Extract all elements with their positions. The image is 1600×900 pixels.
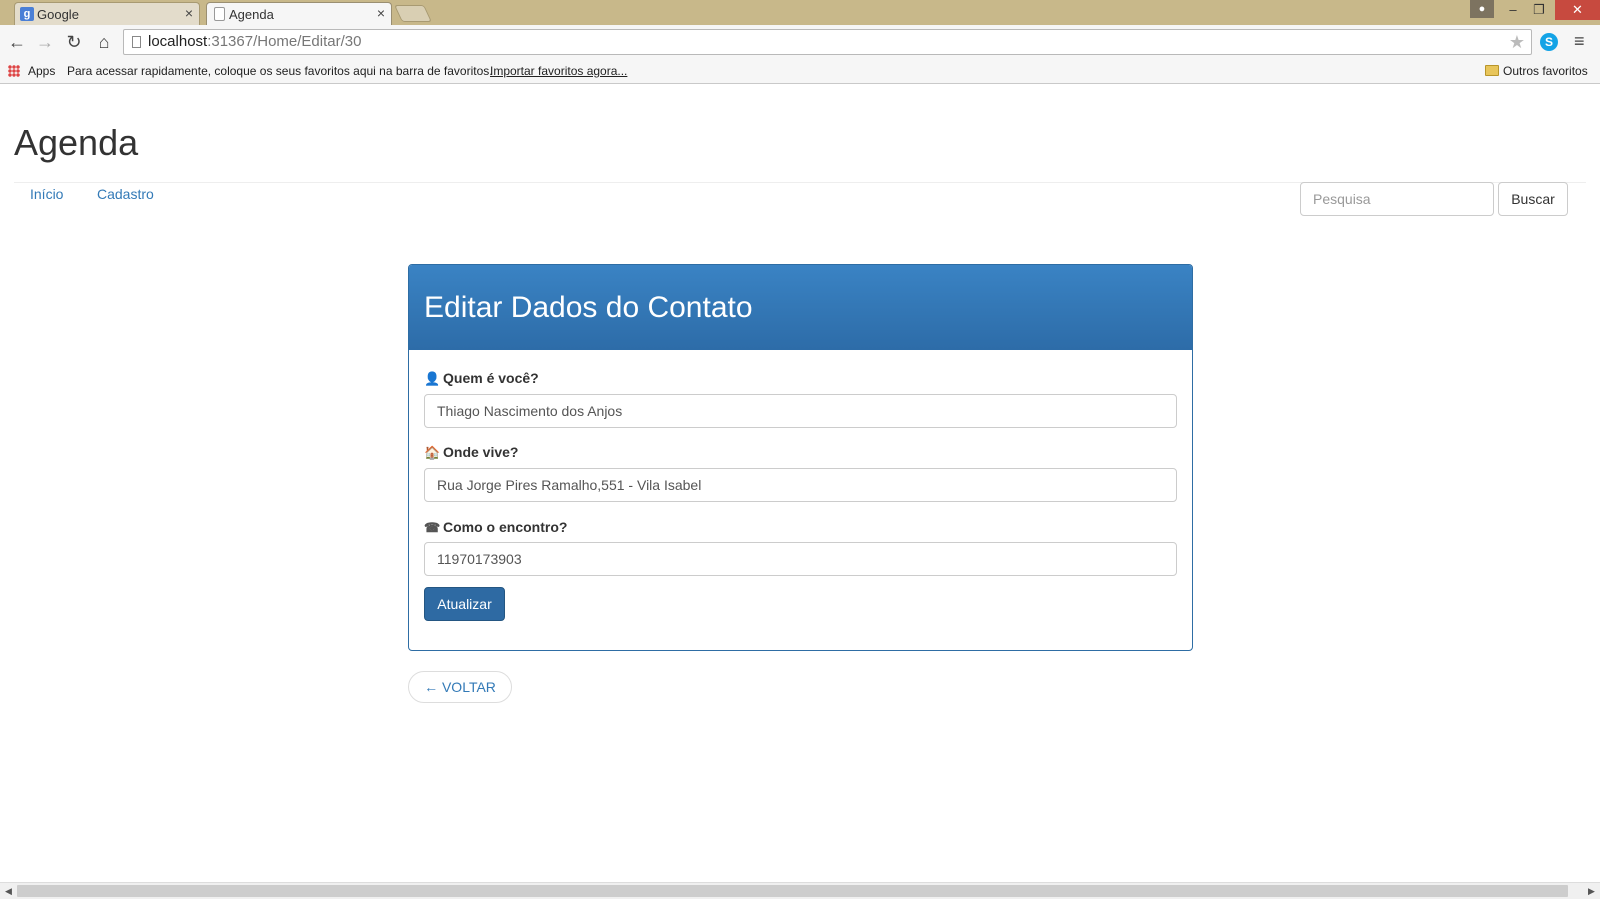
reload-icon[interactable]: ↻ <box>63 31 85 53</box>
browser-toolbar: ← → ↻ ⌂ localhost:31367/Home/Editar/30 ★… <box>0 25 1600 59</box>
page-icon <box>132 36 141 48</box>
address-field[interactable] <box>424 468 1177 502</box>
nav-link-inicio[interactable]: Início <box>30 186 63 202</box>
apps-link[interactable]: Apps <box>28 64 55 78</box>
close-tab-icon[interactable]: × <box>377 5 385 21</box>
scrollbar-thumb[interactable] <box>17 885 1568 897</box>
address-field-label: 🏠 Onde vive? <box>424 444 518 461</box>
edit-contact-panel: Editar Dados do Contato 👤Quem é você? 🏠O… <box>408 264 1193 651</box>
user-icon: 👤 <box>424 371 441 386</box>
address-bar[interactable]: localhost:31367/Home/Editar/30 ★ <box>123 29 1532 55</box>
other-bookmarks-folder[interactable]: Outros favoritos <box>1503 64 1588 78</box>
new-tab-button[interactable] <box>394 5 432 22</box>
panel-title: Editar Dados do Contato <box>409 265 1192 350</box>
scroll-right-icon[interactable]: ▶ <box>1583 883 1600 900</box>
name-label-text: Quem é você? <box>443 370 539 386</box>
minimize-button[interactable]: – <box>1500 0 1526 20</box>
close-window-button[interactable]: ✕ <box>1555 0 1600 20</box>
back-arrow-icon[interactable]: ← <box>6 31 28 53</box>
phone-icon: ☎ <box>424 520 441 535</box>
forward-arrow-icon[interactable]: → <box>34 31 56 53</box>
update-button[interactable]: Atualizar <box>424 587 505 621</box>
bookmarks-bar: Apps Para acessar rapidamente, coloque o… <box>0 59 1600 84</box>
name-field[interactable] <box>424 394 1177 428</box>
scroll-left-icon[interactable]: ◀ <box>0 883 17 900</box>
back-button[interactable]: ← VOLTAR <box>408 671 512 703</box>
name-field-label: 👤 Quem é você? <box>424 370 539 387</box>
bookmark-star-icon[interactable]: ★ <box>1509 30 1525 54</box>
tab-agenda[interactable]: Agenda × <box>206 2 392 25</box>
tab-google[interactable]: g Google × <box>14 2 200 25</box>
url-host: localhost <box>148 33 208 50</box>
import-bookmarks-link[interactable]: Importar favoritos agora... <box>490 64 627 78</box>
restore-button[interactable]: ❐ <box>1526 0 1552 20</box>
user-profile-icon[interactable]: ● <box>1470 0 1494 18</box>
tab-strip: g Google × Agenda × ● – ❐ ✕ <box>0 0 1600 25</box>
page-icon <box>214 7 225 21</box>
search-button[interactable]: Buscar <box>1498 182 1568 216</box>
horizontal-scrollbar[interactable]: ◀ ▶ <box>0 882 1600 899</box>
phone-label-text: Como o encontro? <box>443 519 568 535</box>
nav-link-cadastro[interactable]: Cadastro <box>97 186 154 202</box>
close-tab-icon[interactable]: × <box>185 5 193 21</box>
tab-title: Google <box>37 6 79 22</box>
bookmarks-message: Para acessar rapidamente, coloque os seu… <box>67 64 493 78</box>
tab-title: Agenda <box>229 6 274 22</box>
phone-field-label: ☎ Como o encontro? <box>424 519 567 536</box>
folder-icon <box>1485 65 1499 76</box>
address-label-text: Onde vive? <box>443 444 519 460</box>
phone-field[interactable] <box>424 542 1177 576</box>
skype-extension-icon[interactable]: S <box>1540 33 1558 51</box>
menu-icon[interactable]: ≡ <box>1574 31 1585 52</box>
home-icon: 🏠 <box>424 445 441 460</box>
url-path: :31367/Home/Editar/30 <box>207 33 362 50</box>
search-input[interactable] <box>1300 182 1494 216</box>
site-brand: Agenda <box>14 122 139 163</box>
apps-grid-icon[interactable] <box>8 65 20 77</box>
home-icon[interactable]: ⌂ <box>93 31 115 53</box>
google-g-icon: g <box>20 7 34 21</box>
